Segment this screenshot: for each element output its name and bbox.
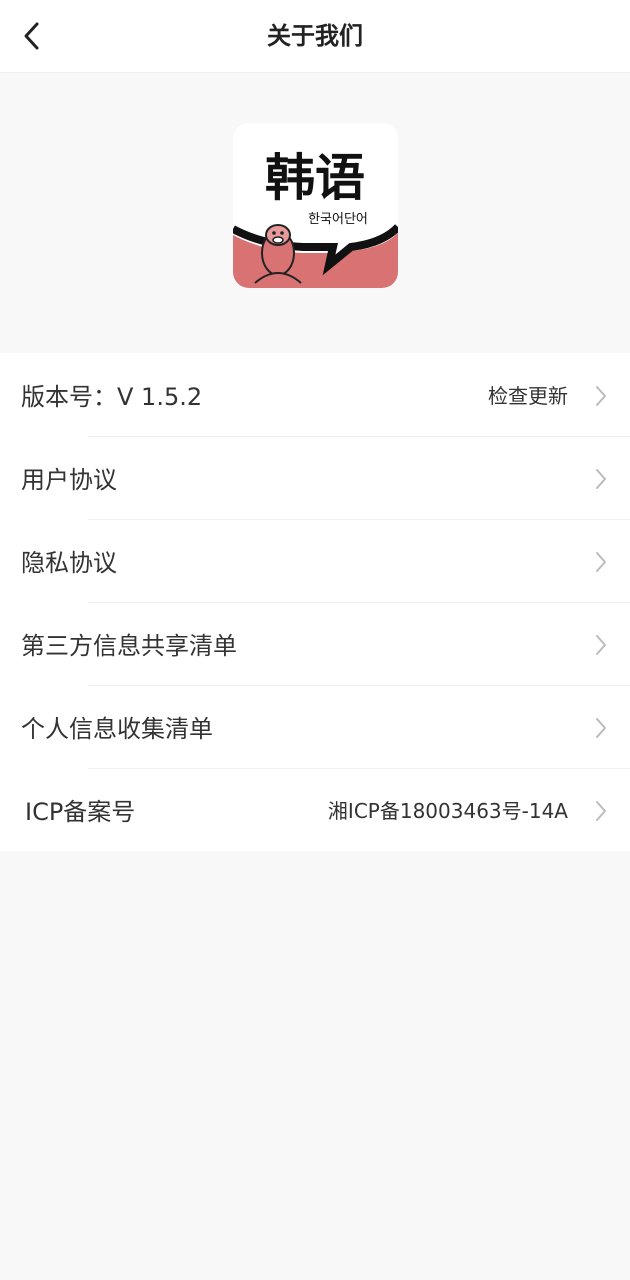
app-logo: 韩语 한국어단어 — [232, 123, 398, 288]
version-row[interactable]: 版本号：V 1.5.2 检查更新 — [0, 353, 630, 436]
chevron-right-icon — [596, 801, 606, 821]
chevron-left-icon — [24, 22, 39, 50]
app-header: 关于我们 — [0, 0, 630, 73]
chevron-right-icon — [596, 469, 606, 489]
check-update-link[interactable]: 检查更新 — [488, 380, 568, 409]
chevron-right-icon — [596, 552, 606, 572]
privacy-policy-label: 隐私协议 — [21, 549, 117, 577]
logo-korean-text: 한국어단어 — [308, 212, 368, 227]
logo-section: 韩语 한국어단어 — [0, 73, 630, 353]
chevron-right-icon — [596, 718, 606, 738]
user-agreement-row[interactable]: 用户协议 — [0, 436, 630, 519]
user-agreement-label: 用户协议 — [21, 466, 117, 494]
icp-record-row[interactable]: ICP备案号 湘ICP备18003463号-14A — [0, 768, 630, 851]
third-party-sharing-label: 第三方信息共享清单 — [21, 632, 237, 660]
icp-record-value: 湘ICP备18003463号-14A — [327, 799, 568, 823]
page-title: 关于我们 — [267, 22, 363, 50]
version-label: 版本号：V 1.5.2 — [21, 383, 203, 411]
icp-record-label: ICP备案号 — [25, 798, 136, 826]
chevron-right-icon — [596, 635, 606, 655]
privacy-policy-row[interactable]: 隐私协议 — [0, 519, 630, 602]
logo-title: 韩语 — [265, 149, 365, 207]
personal-info-collection-label: 个人信息收集清单 — [21, 715, 213, 743]
personal-info-collection-row[interactable]: 个人信息收集清单 — [0, 685, 630, 768]
settings-list: 版本号：V 1.5.2 检查更新 用户协议 隐私协议 第三方信息共享清单 个人信… — [0, 353, 630, 851]
back-button[interactable] — [14, 18, 50, 54]
third-party-sharing-row[interactable]: 第三方信息共享清单 — [0, 602, 630, 685]
chevron-right-icon — [596, 386, 606, 406]
